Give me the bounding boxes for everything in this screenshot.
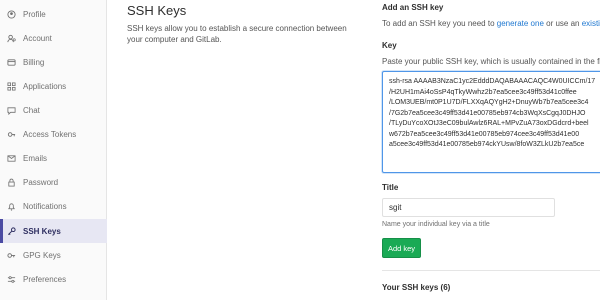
- sidebar-item-ssh-keys[interactable]: SSH Keys: [0, 219, 107, 243]
- key-line: /7G2b7ea5cee3c49ff53d41e00785eb974cb3WqX…: [389, 109, 586, 117]
- bell-icon: [6, 201, 16, 211]
- form-intro-text: To add an SSH key you need to generate o…: [382, 19, 600, 28]
- key-help-text: Paste your public SSH key, which is usua…: [382, 57, 600, 66]
- sidebar-item-label: Password: [23, 177, 59, 187]
- key-line: /H2UH1mAi4oSsP4qTkyWwhz2b7ea5cee3c49ff53…: [389, 88, 577, 96]
- sidebar-item-gpg-keys[interactable]: GPG Keys: [0, 243, 107, 267]
- sidebar-item-preferences[interactable]: Preferences: [0, 267, 107, 291]
- chat-icon: [6, 105, 16, 115]
- sidebar-item-emails[interactable]: Emails: [0, 146, 107, 170]
- sidebar-item-label: SSH Keys: [23, 226, 61, 236]
- billing-icon: [6, 57, 16, 67]
- page-title: SSH Keys: [127, 3, 187, 18]
- sidebar-item-label: Profile: [23, 9, 46, 19]
- sidebar-item-profile[interactable]: Profile: [0, 2, 107, 26]
- key-line: /TLyDuYcoXOtJ3eC09bulAwlz6RAL+MPvZuA73ox…: [389, 120, 589, 127]
- sidebar-item-label: Emails: [23, 153, 48, 163]
- applications-icon: [6, 81, 16, 91]
- access-tokens-icon: [6, 129, 16, 139]
- gpg-key-icon: [6, 250, 16, 260]
- sidebar-item-billing[interactable]: Billing: [0, 50, 107, 74]
- preferences-icon: [6, 274, 16, 284]
- sidebar-item-label: Preferences: [23, 274, 67, 284]
- lock-icon: [6, 177, 16, 187]
- title-input[interactable]: sgit: [382, 198, 555, 217]
- sidebar-item-label: Billing: [23, 57, 45, 67]
- key-label: Key: [382, 41, 397, 50]
- page-description: SSH keys allow you to establish a secure…: [127, 24, 347, 44]
- sidebar-item-account[interactable]: Account: [0, 26, 107, 50]
- sidebar-item-access-tokens[interactable]: Access Tokens: [0, 122, 107, 146]
- key-icon: [6, 226, 16, 236]
- title-label: Title: [382, 183, 399, 192]
- sidebar-item-label: GPG Keys: [23, 250, 61, 260]
- sidebar-item-password[interactable]: Password: [0, 170, 107, 194]
- section-divider: [382, 270, 600, 271]
- key-line: ssh-rsa AAAAB3NzaC1yc2EdddDAQABAAACAQC4W…: [389, 78, 596, 85]
- key-line: w672b7ea5cee3c49ff53d41e00785eb974cee3c4…: [389, 130, 580, 138]
- sidebar-item-label: Notifications: [23, 201, 67, 211]
- key-textarea[interactable]: ssh-rsa AAAAB3NzaC1yc2EdddDAQABAAACAQC4W…: [382, 71, 600, 173]
- account-icon: [6, 33, 16, 43]
- sidebar-item-label: Access Tokens: [23, 129, 77, 139]
- your-ssh-keys-heading: Your SSH keys (6): [382, 283, 451, 292]
- profile-icon: [6, 9, 16, 19]
- title-help-text: Name your individual key via a title: [382, 221, 490, 228]
- intro-middle: or use an: [543, 19, 582, 28]
- key-line: /LOM3UEB/mt0P1U7D/FLXXqAQYgH2+DnuyWb7b7e…: [389, 99, 589, 106]
- generate-one-link[interactable]: generate one: [497, 19, 544, 28]
- intro-prefix: To add an SSH key you need to: [382, 19, 497, 28]
- add-ssh-key-heading: Add an SSH key: [382, 3, 444, 12]
- key-line: a5cee3c49ff53d41e00785eb974ckYUsw/8foW3Z…: [389, 141, 585, 148]
- sidebar-item-label: Applications: [23, 81, 67, 91]
- sidebar-item-label: Account: [23, 33, 52, 43]
- sidebar-item-applications[interactable]: Applications: [0, 74, 107, 98]
- sidebar-item-notifications[interactable]: Notifications: [0, 194, 107, 218]
- settings-sidebar: Profile Account Billing Applications Chat Acc…: [0, 0, 107, 300]
- existing-key-link[interactable]: existing ke: [582, 19, 600, 28]
- sidebar-item-label: Chat: [23, 105, 40, 115]
- emails-icon: [6, 153, 16, 163]
- sidebar-item-chat[interactable]: Chat: [0, 98, 107, 122]
- add-key-button[interactable]: Add key: [382, 238, 421, 258]
